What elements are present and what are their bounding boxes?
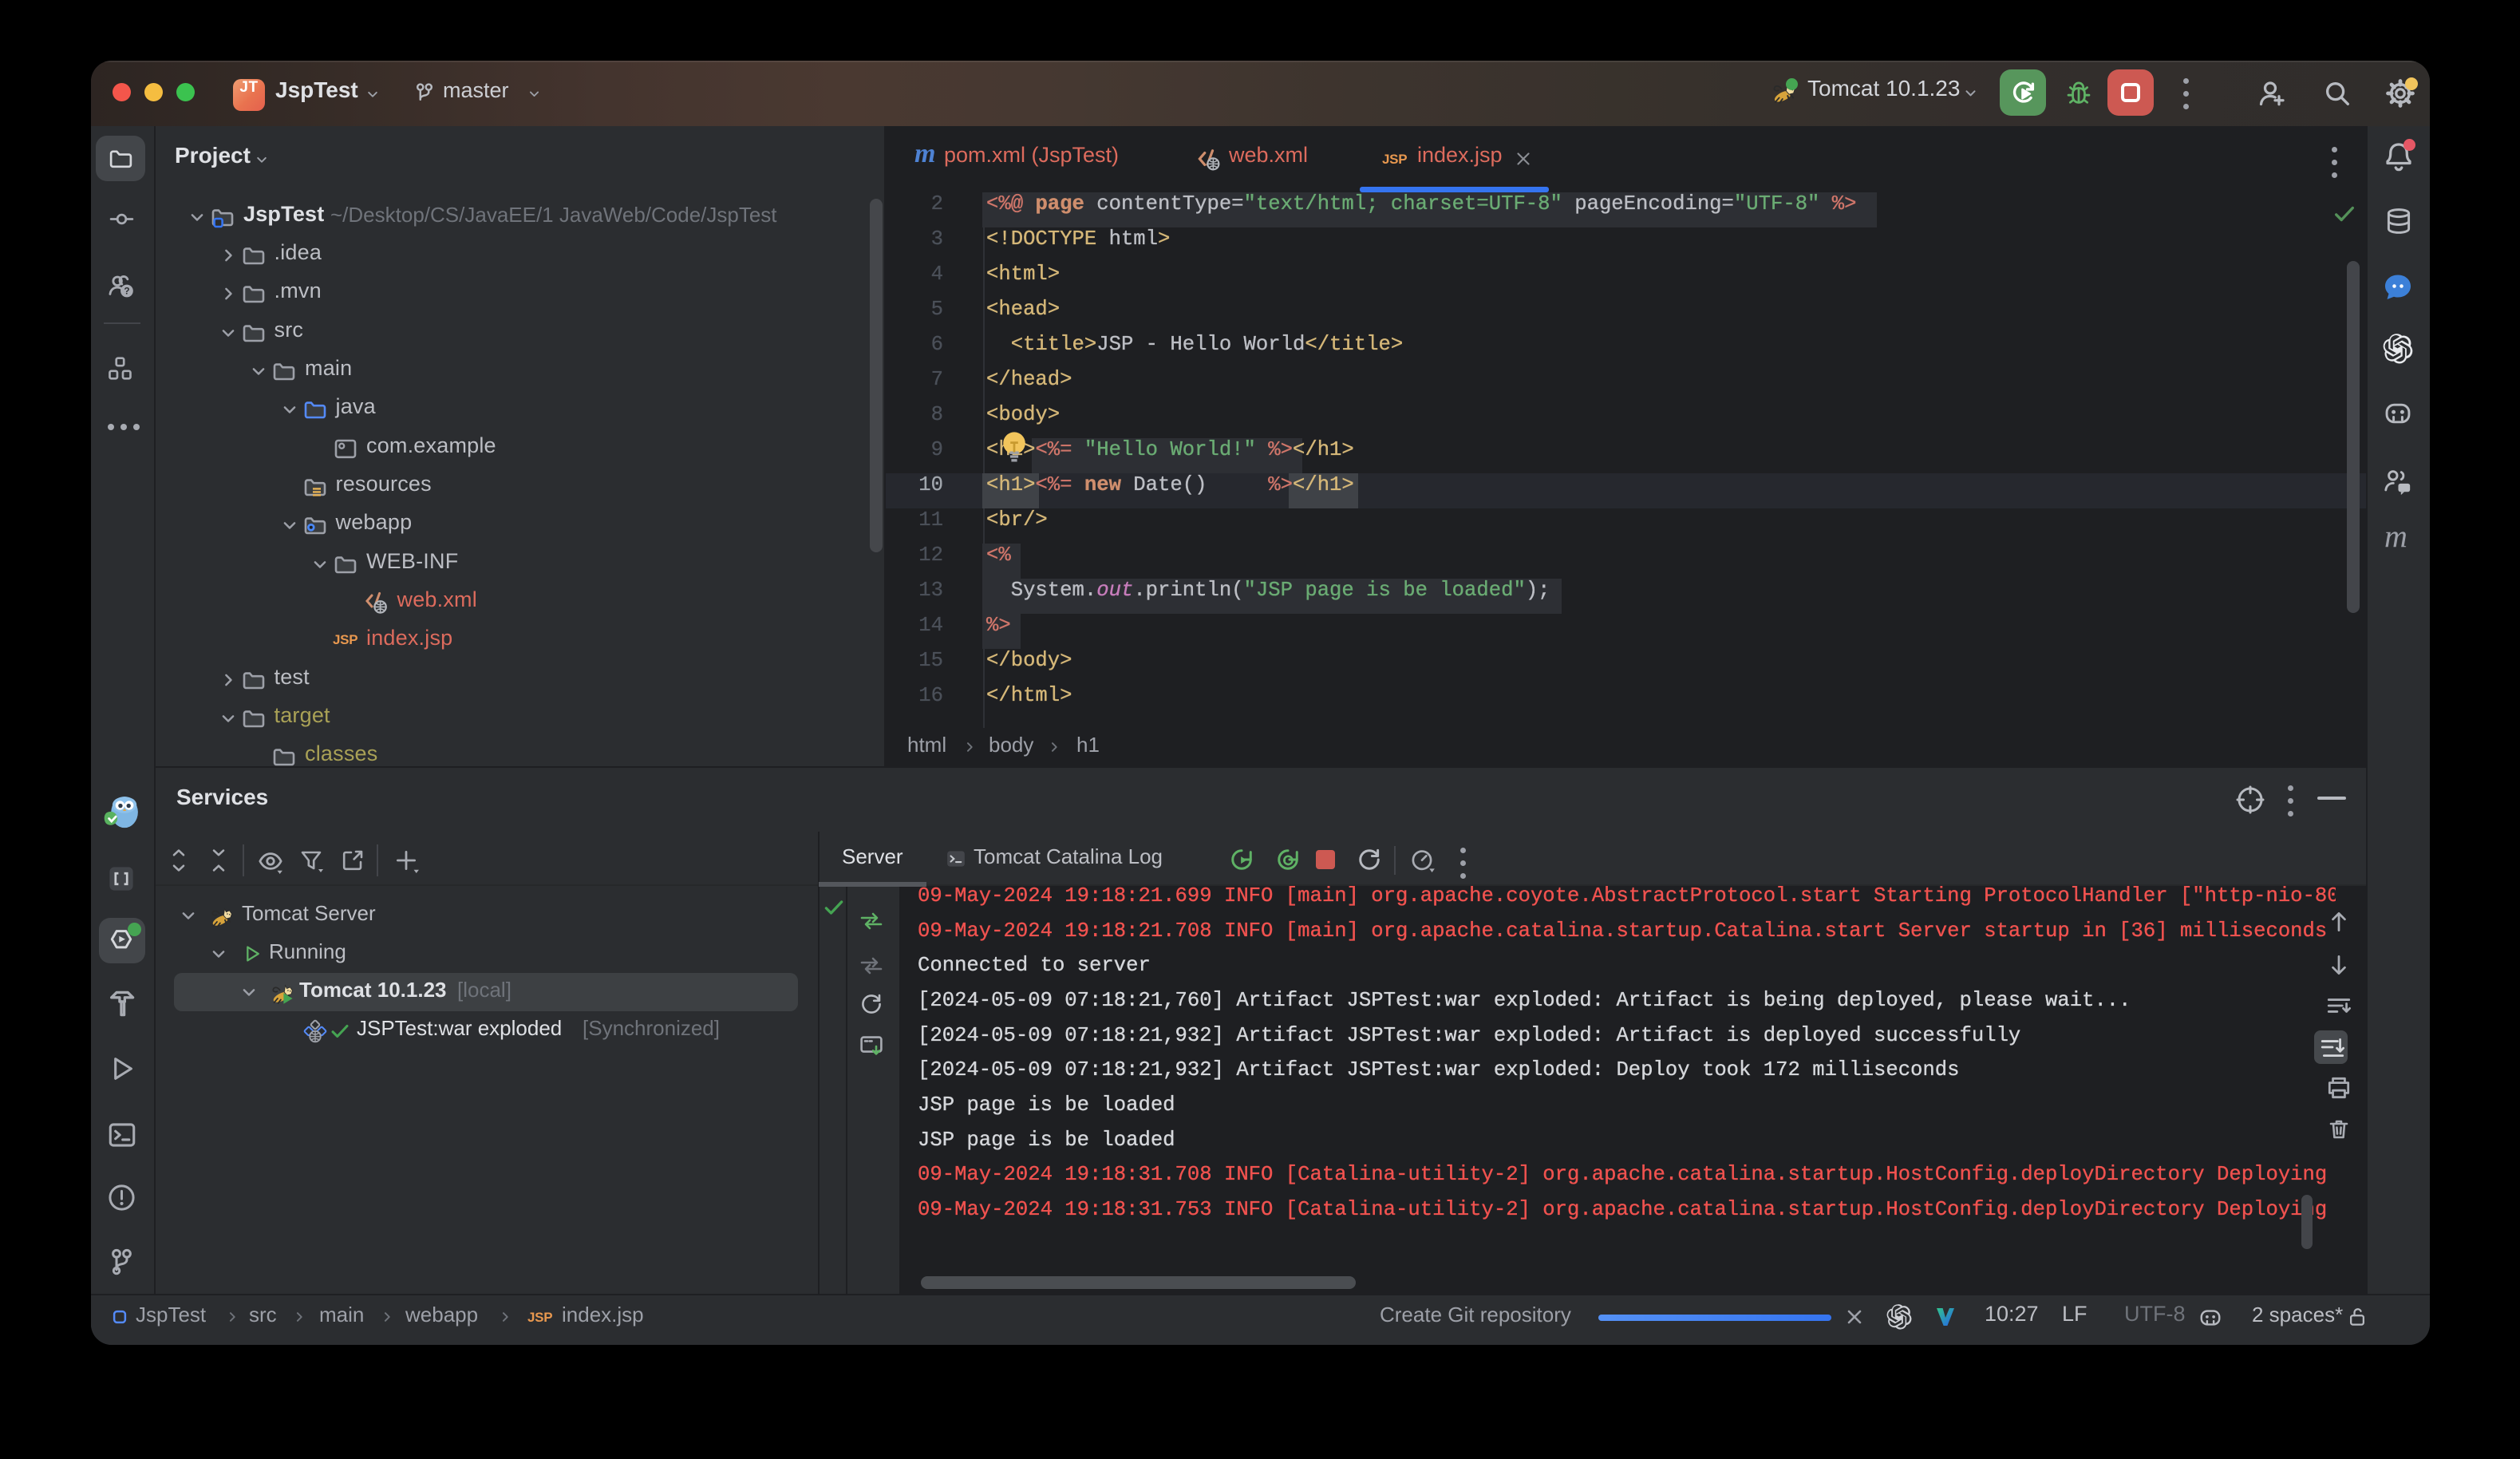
svg-text:?: ? bbox=[124, 285, 129, 296]
